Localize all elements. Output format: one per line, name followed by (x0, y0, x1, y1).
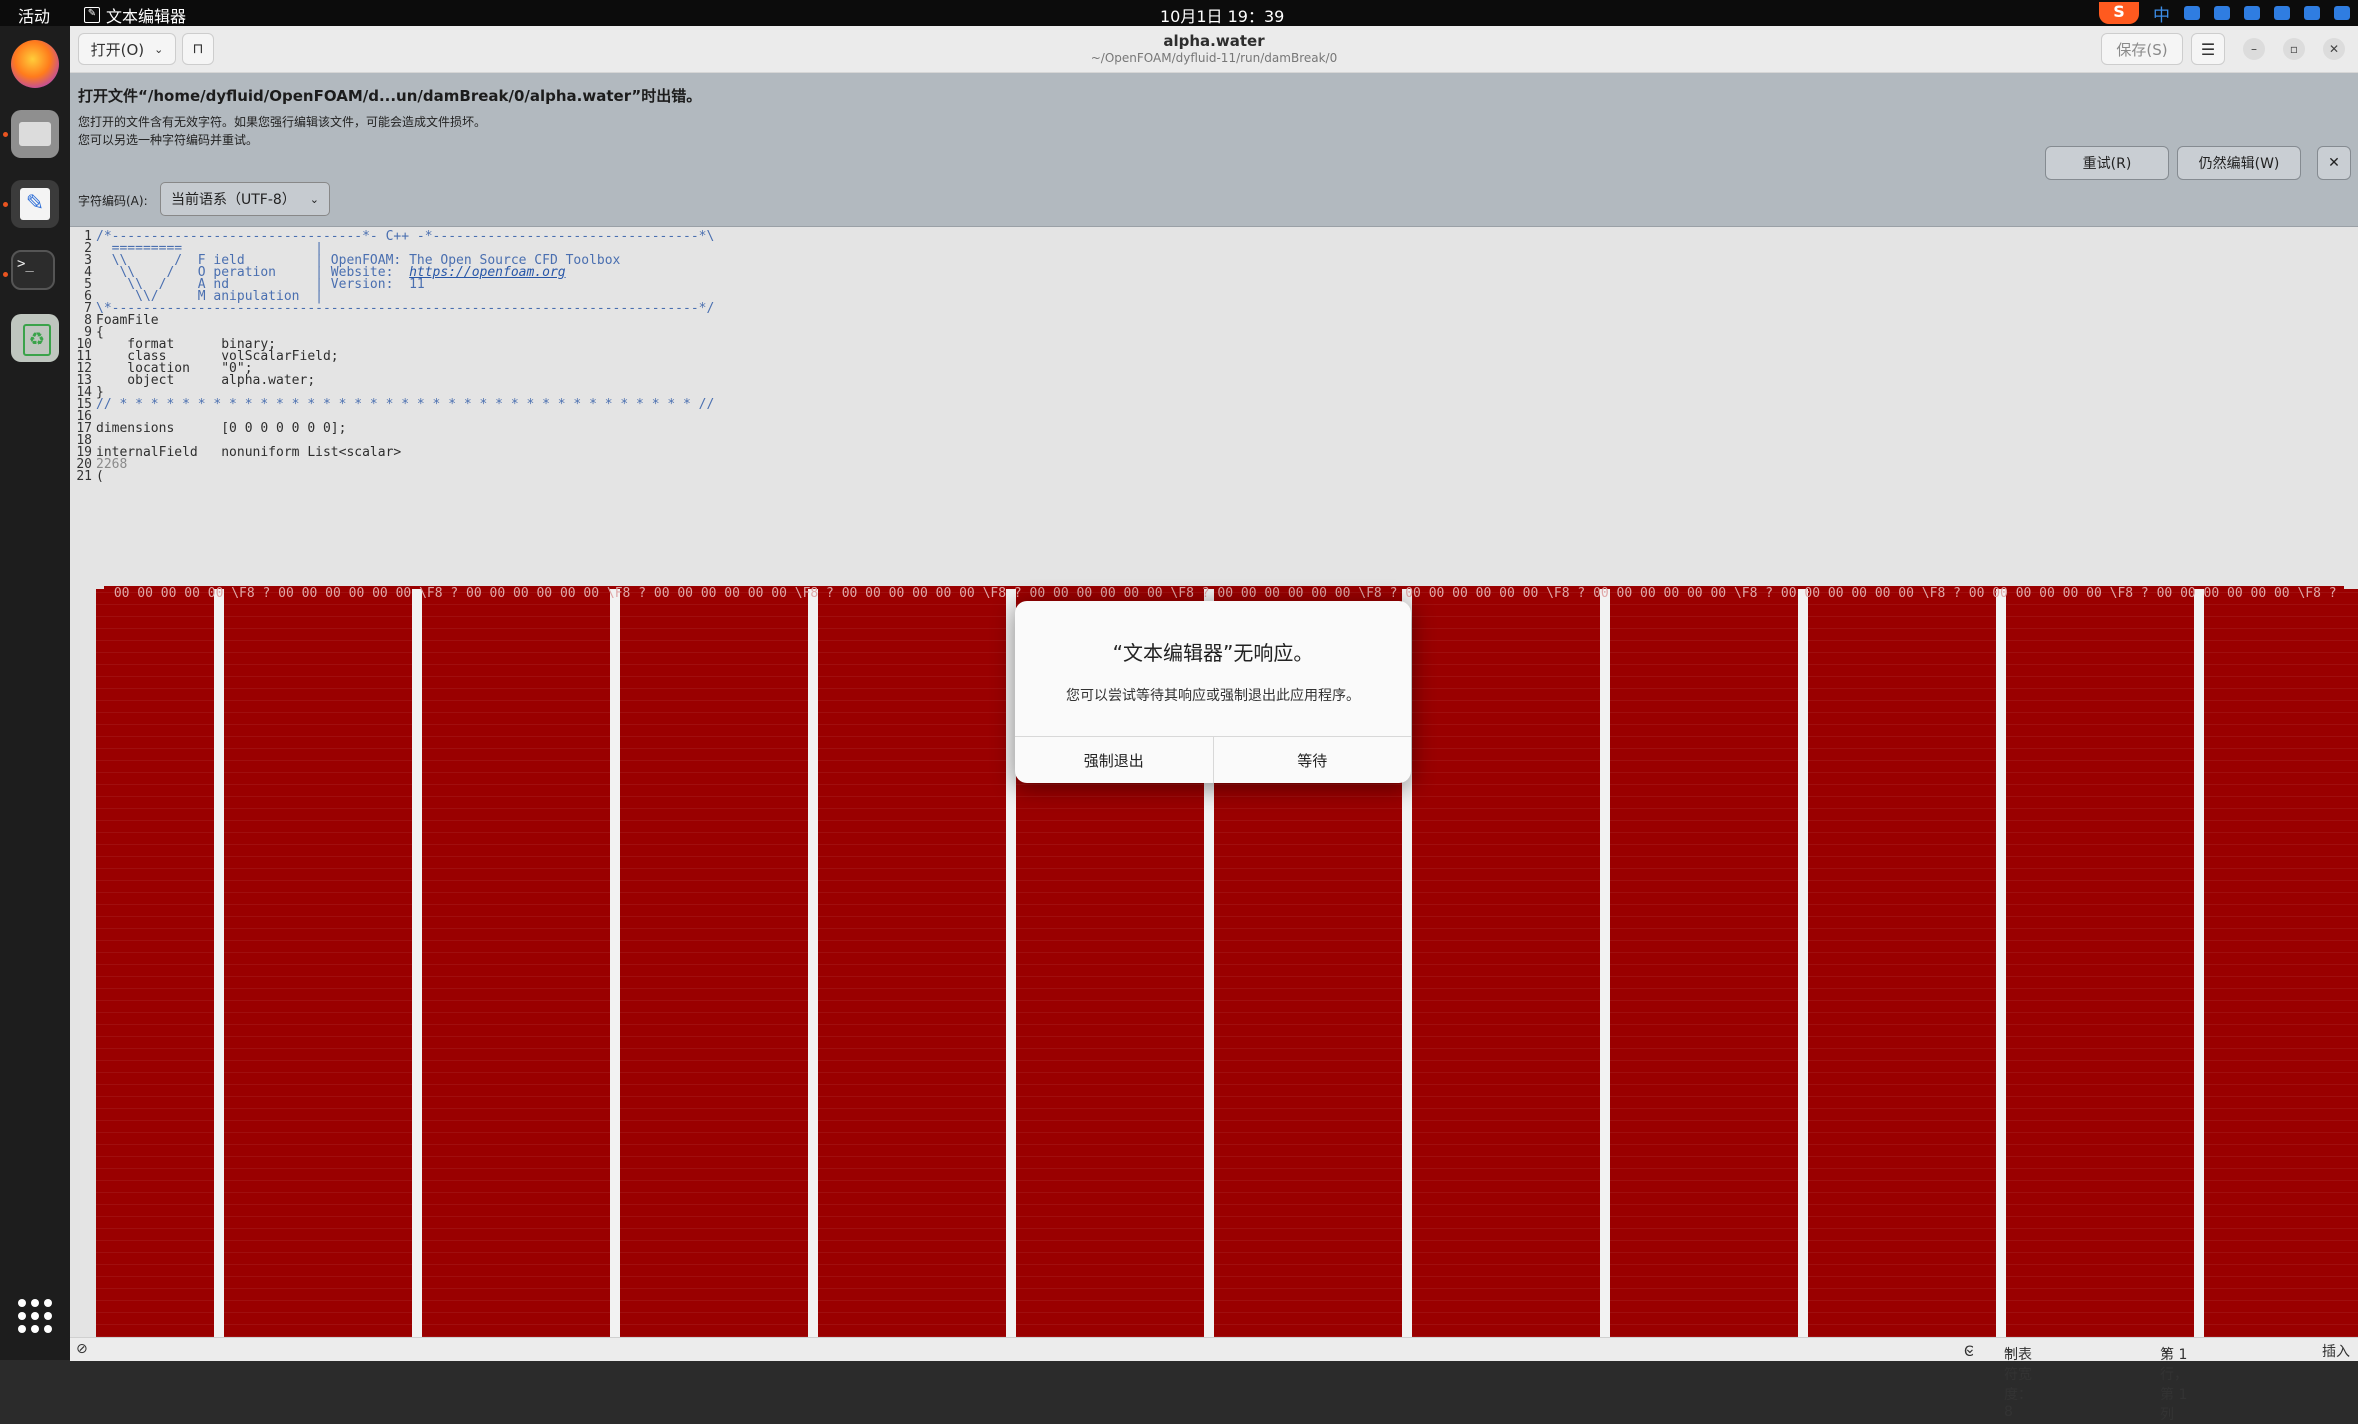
chevron-down-icon: ⌄ (309, 192, 319, 206)
error-infobar: 打开文件“/home/dyfluid/OpenFOAM/d...un/damBr… (70, 73, 2358, 227)
code-line: ( (96, 469, 104, 484)
minimize-icon: – (2251, 42, 2257, 56)
infobar-close-button[interactable]: ✕ (2317, 146, 2351, 180)
window-title: alpha.water (1163, 32, 1265, 50)
hamburger-menu-icon: ☰ (2200, 39, 2216, 59)
show-apps-icon[interactable] (11, 1292, 59, 1340)
window-subtitle: ~/OpenFOAM/dyfluid-11/run/damBreak/0 (1090, 51, 1338, 65)
app-menu[interactable]: ✎ 文本编辑器 (84, 3, 186, 27)
dialog-message: 您可以尝试等待其响应或强制退出此应用程序。 (1066, 688, 1360, 704)
tab-width-value: 制表符宽度：8 (2004, 1347, 2032, 1420)
code-line: internalField nonuniform List<scalar> (96, 445, 402, 460)
code-line: object alpha.water; (96, 373, 316, 388)
insert-mode: 插入 (2322, 1344, 2350, 1360)
terminal-icon[interactable]: >_ (11, 250, 55, 290)
status-bar: ⊘ C ⌄ 制表符宽度：8 ⌄ 第 1 行，第 1 列 ⌄ 插入 (70, 1337, 2358, 1423)
code-line: // * * * * * * * * * * * * * * * * * * *… (96, 397, 715, 412)
save-button[interactable]: 保存(S) (2101, 33, 2183, 65)
language-selector[interactable]: C ⌄ (1964, 1341, 1976, 1360)
encoding-value: 当前语系（UTF-8） (171, 192, 296, 208)
force-quit-button[interactable]: 强制退出 (1015, 737, 1213, 783)
activities-button[interactable]: 活动 (18, 3, 50, 27)
running-indicator (3, 202, 8, 207)
line-number: 21 (76, 469, 92, 484)
tray-icon[interactable] (2214, 6, 2230, 20)
cursor-position-value: 第 1 行，第 1 列 (2160, 1347, 2188, 1423)
close-window-button[interactable]: ✕ (2323, 38, 2345, 60)
firefox-icon[interactable] (11, 40, 59, 88)
top-panel: 活动 ✎ 文本编辑器 10月1日 19：39 S 中 (0, 0, 2358, 26)
dock: ✎ >_ ♻ (0, 26, 70, 1360)
dialog-buttons: 强制退出 等待 (1015, 736, 1411, 783)
tab-width-selector[interactable]: 制表符宽度：8 ⌄ (2004, 1341, 2032, 1420)
status-icon: ⊘ (76, 1341, 88, 1357)
text-editor-dock-icon[interactable]: ✎ (11, 180, 59, 228)
files-icon[interactable] (11, 110, 59, 158)
maximize-icon: ▫ (2289, 42, 2299, 56)
code-line: dimensions [0 0 0 0 0 0 0]; (96, 421, 347, 436)
retry-button[interactable]: 重试(R) (2045, 146, 2169, 180)
error-hint: 您可以另选一种字符编码并重试。 (78, 133, 259, 147)
dialog-title: “文本编辑器”无响应。 (1112, 641, 1314, 665)
binary-text-row: 00 00 00 00 00 \F8 ? 00 00 00 00 00 00 \… (106, 586, 2337, 601)
wait-button[interactable]: 等待 (1212, 737, 1412, 783)
menu-button[interactable]: ☰ (2191, 33, 2225, 65)
sogou-ime-icon[interactable]: S (2099, 2, 2139, 24)
minimize-button[interactable]: – (2243, 38, 2265, 60)
openfoam-link[interactable]: https://openfoam.org (409, 265, 566, 280)
not-responding-dialog: “文本编辑器”无响应。 您可以尝试等待其响应或强制退出此应用程序。 强制退出 等… (1015, 601, 1411, 783)
running-indicator (3, 272, 8, 277)
error-title: 打开文件“/home/dyfluid/OpenFOAM/d...un/damBr… (78, 87, 702, 105)
maximize-button[interactable]: ▫ (2283, 38, 2305, 60)
header-bar: 打开(O) ⌄ ⊓ alpha.water ~/OpenFOAM/dyfluid… (70, 26, 2358, 73)
code-line: FoamFile (96, 313, 159, 328)
tray-icon[interactable] (2244, 6, 2260, 20)
app-name: 文本编辑器 (106, 7, 187, 26)
language-value: C (1964, 1344, 1974, 1360)
trash-icon[interactable]: ♻ (11, 314, 59, 362)
encoding-label: 字符编码(A): (78, 194, 148, 208)
edit-anyway-button[interactable]: 仍然编辑(W) (2177, 146, 2301, 180)
ime-language-indicator[interactable]: 中 (2153, 1, 2170, 26)
text-editor-icon: ✎ (84, 7, 100, 23)
error-description: 您打开的文件含有无效字符。如果您强行编辑该文件，可能会造成文件损坏。 (78, 115, 487, 129)
tray-icon[interactable] (2334, 6, 2350, 20)
tray-icon[interactable] (2184, 6, 2200, 20)
encoding-select[interactable]: 当前语系（UTF-8） ⌄ (160, 182, 330, 216)
clock[interactable]: 10月1日 19：39 (1160, 3, 1284, 27)
tray-icon[interactable] (2274, 6, 2290, 20)
system-tray: S 中 (2099, 0, 2350, 26)
cursor-position[interactable]: 第 1 行，第 1 列 ⌄ (2160, 1341, 2188, 1423)
running-indicator (3, 132, 8, 137)
code-line: \*--------------------------------------… (96, 301, 715, 316)
close-icon: ✕ (2328, 42, 2340, 56)
tray-icon[interactable] (2304, 6, 2320, 20)
